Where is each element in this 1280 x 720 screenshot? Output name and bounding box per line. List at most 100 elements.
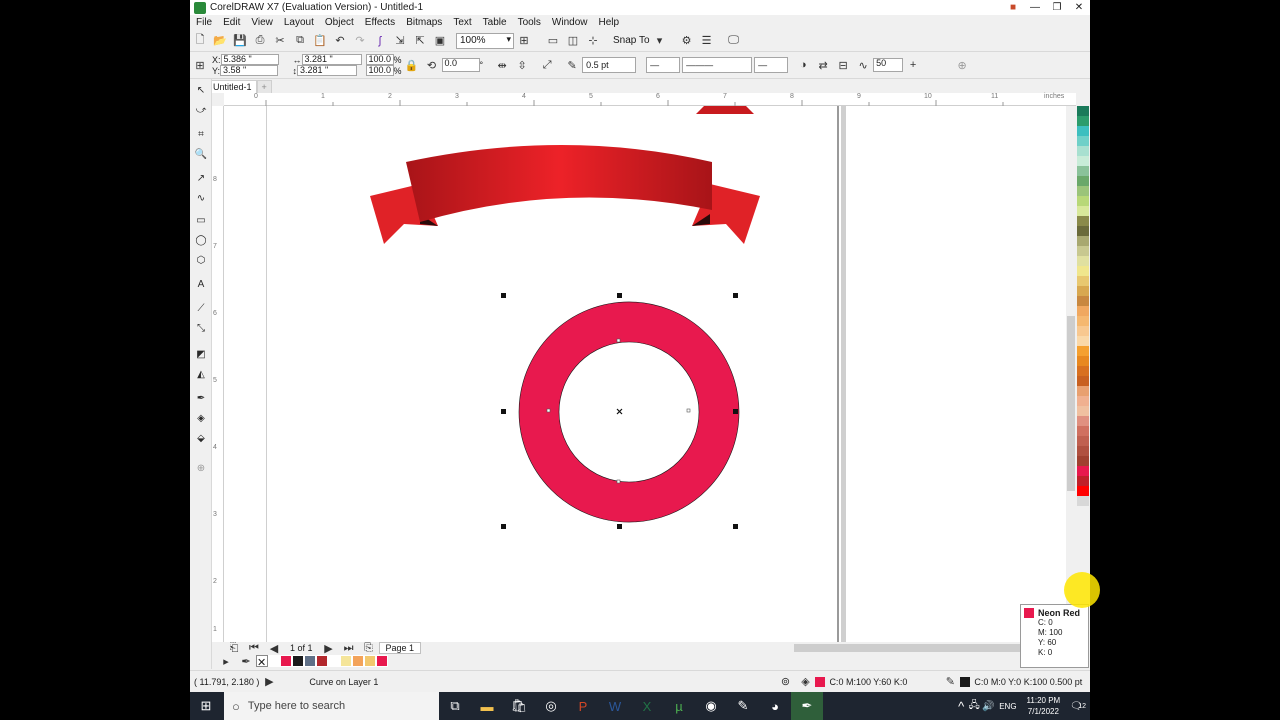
task-view-icon[interactable]: ⧉ <box>439 692 471 720</box>
width-field[interactable]: 3.281 " <box>301 54 362 65</box>
palette-swatch[interactable] <box>1077 406 1089 416</box>
palette-swatch[interactable] <box>1077 476 1089 486</box>
document-palette-swatch[interactable] <box>304 655 316 667</box>
status-play-icon[interactable]: ▶ <box>260 673 278 691</box>
drawing-canvas[interactable] <box>224 106 1076 642</box>
snap-chevron-icon[interactable]: ▾ <box>651 32 669 50</box>
palette-swatch[interactable] <box>1077 346 1089 356</box>
close-curve-icon[interactable]: ◑ <box>794 56 812 74</box>
menu-table[interactable]: Table <box>483 17 507 28</box>
height-field[interactable]: 3.281 " <box>297 65 358 76</box>
add-toolbar-icon[interactable]: ⊕ <box>953 56 971 74</box>
file-explorer-icon[interactable]: ▬ <box>471 692 503 720</box>
zoom-tool-icon[interactable]: 🔍 <box>193 147 209 161</box>
application-launcher-icon[interactable]: ☰ <box>698 32 716 50</box>
palette-swatch[interactable] <box>1077 236 1089 246</box>
smoothing-icon[interactable]: ∿ <box>854 56 872 74</box>
pick-tool-icon[interactable]: ↖ <box>193 83 209 97</box>
app-icon[interactable]: ◎ <box>535 692 567 720</box>
horizontal-scroll-thumb[interactable] <box>794 644 1040 652</box>
text-tool-icon[interactable]: A <box>193 277 209 291</box>
palette-expand-icon[interactable]: ▸ <box>217 652 235 670</box>
scale-height-field[interactable]: 100.0 <box>365 65 394 76</box>
network-icon[interactable]: 🖧 <box>967 692 981 720</box>
welcome-screen-icon[interactable]: 🖵 <box>725 32 743 50</box>
palette-swatch[interactable] <box>1077 396 1089 406</box>
palette-swatch[interactable] <box>1077 136 1089 146</box>
lock-ratio-icon[interactable]: 🔒 <box>403 56 421 74</box>
document-palette-swatch[interactable] <box>292 655 304 667</box>
palette-swatch[interactable] <box>1077 496 1089 506</box>
document-palette-swatch[interactable] <box>340 655 352 667</box>
taskbar-search[interactable]: ○ Type here to search <box>224 692 439 720</box>
open-icon[interactable]: 📂 <box>211 32 229 50</box>
palette-swatch[interactable] <box>1077 446 1089 456</box>
menu-tools[interactable]: Tools <box>518 17 541 28</box>
add-tool-icon[interactable]: ⊕ <box>193 461 209 475</box>
word-icon[interactable]: W <box>599 692 631 720</box>
node-marker[interactable] <box>546 408 551 413</box>
palette-swatch[interactable] <box>1077 486 1089 496</box>
palette-swatch[interactable] <box>1077 106 1089 116</box>
document-palette-swatch[interactable] <box>364 655 376 667</box>
options-icon[interactable]: ⚙ <box>678 32 696 50</box>
redo-icon[interactable]: ↷ <box>351 32 369 50</box>
menu-help[interactable]: Help <box>599 17 620 28</box>
palette-swatch[interactable] <box>1077 286 1089 296</box>
minimize-button[interactable]: — <box>1024 0 1046 15</box>
copy-icon[interactable]: ⧉ <box>291 32 309 50</box>
menu-edit[interactable]: Edit <box>223 17 240 28</box>
import-icon[interactable]: ⇲ <box>391 32 409 50</box>
palette-swatch[interactable] <box>1077 336 1089 346</box>
cut-icon[interactable]: ✂ <box>271 32 289 50</box>
artistic-media-icon[interactable]: ∿ <box>193 191 209 205</box>
show-grid-icon[interactable]: ⊹ <box>584 32 602 50</box>
handle-middle-left[interactable] <box>501 409 506 414</box>
y-position-field[interactable]: 3.58 " <box>220 65 279 76</box>
save-icon[interactable]: 💾 <box>231 32 249 50</box>
palette-swatch[interactable] <box>1077 176 1089 186</box>
handle-bottom-right[interactable] <box>733 524 738 529</box>
paste-icon[interactable]: 📋 <box>311 32 329 50</box>
vertical-scrollbar[interactable] <box>1066 106 1076 642</box>
vertical-scroll-thumb[interactable] <box>1067 316 1075 491</box>
print-icon[interactable]: ⎙ <box>251 32 269 50</box>
tray-expand-icon[interactable]: ^ <box>955 692 967 720</box>
smart-fill-icon[interactable]: ⬙ <box>193 431 209 445</box>
outline-pen-icon[interactable]: ✎ <box>563 56 581 74</box>
show-rulers-icon[interactable]: ◫ <box>564 32 582 50</box>
palette-swatch[interactable] <box>1077 116 1089 126</box>
crop-tool-icon[interactable]: ⌗ <box>193 127 209 141</box>
connector-tool-icon[interactable]: ⤡ <box>193 321 209 335</box>
new-document-icon[interactable]: 🗋 <box>191 32 209 50</box>
freehand-tool-icon[interactable]: ↗ <box>193 171 209 185</box>
x-position-field[interactable]: 5.386 " <box>220 54 279 65</box>
palette-swatch[interactable] <box>1077 256 1089 266</box>
undo-icon[interactable]: ↶ <box>331 32 349 50</box>
menu-object[interactable]: Object <box>325 17 354 28</box>
palette-swatch[interactable] <box>1077 306 1089 316</box>
palette-swatch[interactable] <box>1077 376 1089 386</box>
clock[interactable]: 11:20 PM 7/1/2022 <box>1027 695 1061 717</box>
polygon-tool-icon[interactable]: ⬡ <box>193 253 209 267</box>
restore-button[interactable]: ❐ <box>1046 0 1068 15</box>
node-marker[interactable] <box>686 408 691 413</box>
end-arrowhead-select[interactable]: — <box>754 57 789 73</box>
shape-tool-icon[interactable]: ⤻ <box>193 103 209 117</box>
menu-effects[interactable]: Effects <box>365 17 395 28</box>
convert-to-curve-icon[interactable]: ⤢ <box>538 56 556 74</box>
handle-top-left[interactable] <box>501 293 506 298</box>
document-palette-swatch[interactable] <box>376 655 388 667</box>
palette-swatch[interactable] <box>1077 316 1089 326</box>
windows-start-icon[interactable]: ⊞ <box>190 692 222 720</box>
fill-icon[interactable]: ◈ <box>796 673 814 691</box>
palette-swatch[interactable] <box>1077 266 1089 276</box>
language-indicator[interactable]: ENG <box>999 702 1016 711</box>
no-color-swatch[interactable]: ✕ <box>256 655 268 669</box>
excel-icon[interactable]: X <box>631 692 663 720</box>
palette-swatch[interactable] <box>1077 386 1089 396</box>
palette-swatch[interactable] <box>1077 326 1089 336</box>
palette-swatch[interactable] <box>1077 226 1089 236</box>
palette-swatch[interactable] <box>1077 126 1089 136</box>
palette-swatch[interactable] <box>1077 216 1089 226</box>
